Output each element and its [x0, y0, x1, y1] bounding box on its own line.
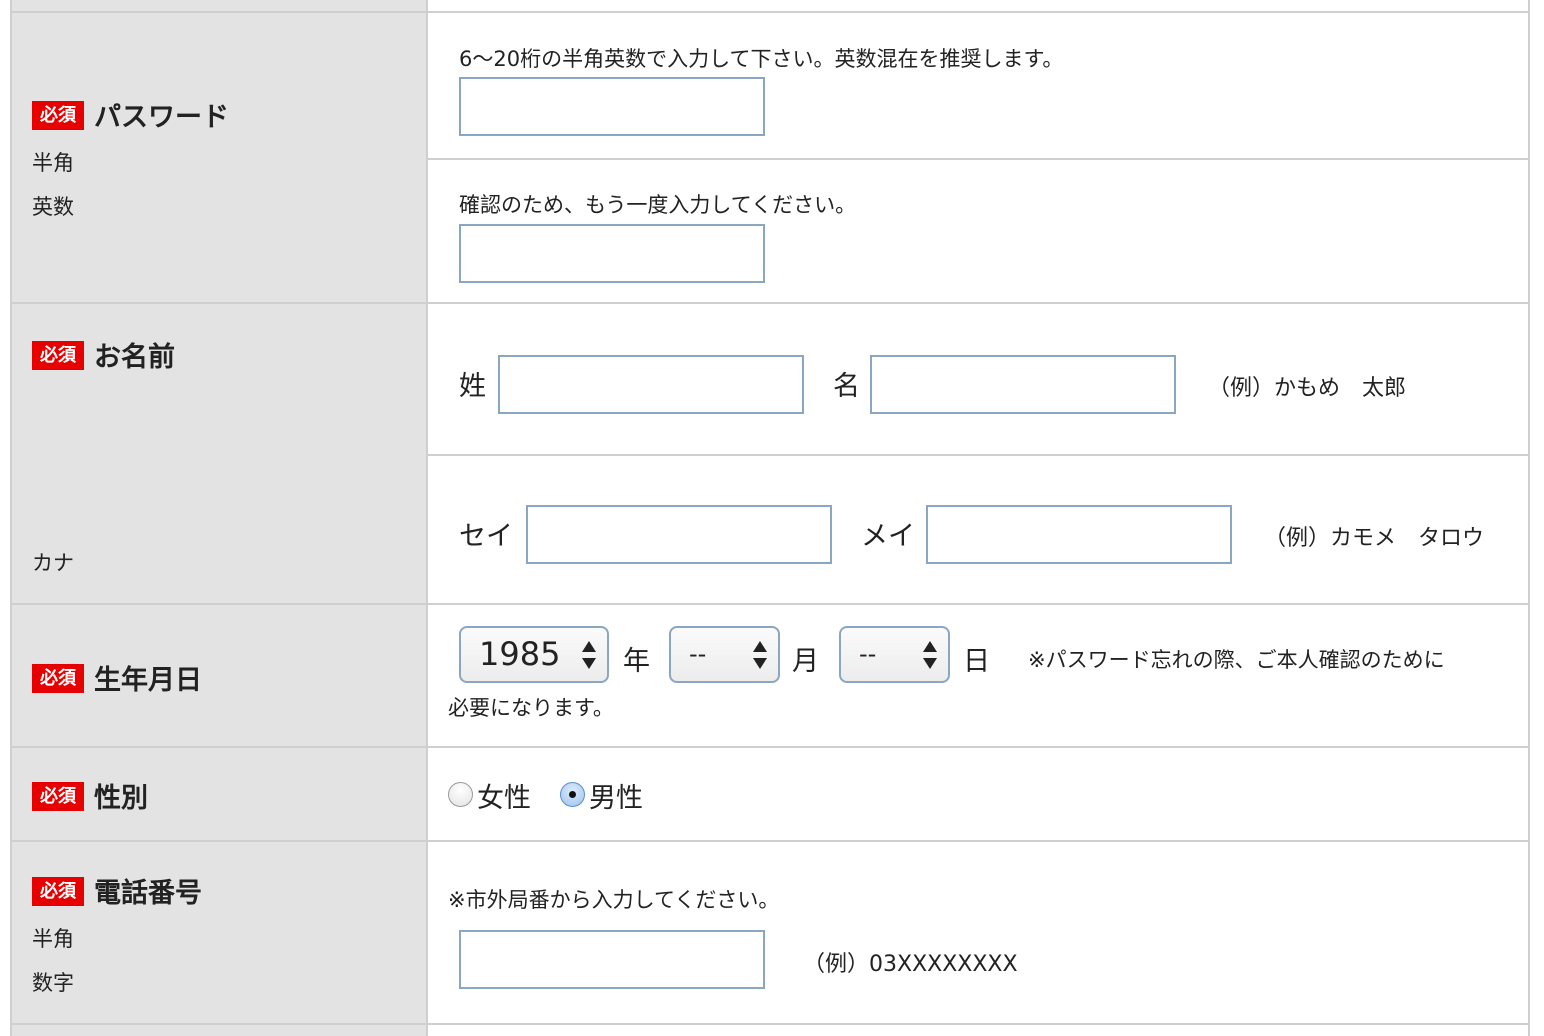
- password-confirm-input[interactable]: [459, 224, 765, 283]
- name-example: （例）かもめ 太郎: [1208, 376, 1407, 401]
- day-unit: 日: [963, 646, 990, 677]
- required-badge: 必須: [32, 101, 84, 130]
- gender-value-cell: 女性 男性: [428, 748, 1528, 842]
- birth-day-select[interactable]: --: [839, 626, 950, 683]
- birthday-title: 生年月日: [94, 665, 202, 696]
- phone-example: （例）03XXXXXXXX: [803, 952, 1018, 977]
- first-name-input[interactable]: [870, 355, 1176, 414]
- password-sub-alnum: 英数: [32, 195, 74, 219]
- name-divider: [428, 454, 1528, 456]
- phone-sub-halfwidth: 半角: [32, 927, 74, 951]
- birth-day-value: --: [859, 640, 877, 668]
- birth-year-value: 1985: [479, 635, 561, 673]
- birth-year-select[interactable]: 1985: [459, 626, 609, 683]
- required-badge: 必須: [32, 664, 84, 693]
- next-row-label-cell: [12, 1025, 428, 1036]
- required-badge: 必須: [32, 341, 84, 370]
- birthday-label-cell: 必須 生年月日: [12, 605, 428, 748]
- month-unit: 月: [792, 646, 819, 677]
- last-name-kana-label: セイ: [459, 521, 513, 552]
- last-name-kana-input[interactable]: [526, 505, 832, 564]
- birthday-note-line1: ※パスワード忘れの際、ご本人確認のために: [1028, 648, 1445, 672]
- password-confirm-hint: 確認のため、もう一度入力してください。: [459, 193, 857, 217]
- password-label-cell: 必須 パスワード 半角 英数: [12, 13, 428, 304]
- registration-form: 必須 パスワード 半角 英数 6〜20桁の半角英数で入力して下さい。英数混在を推…: [10, 0, 1530, 1036]
- required-badge: 必須: [32, 877, 84, 906]
- name-kana-label: カナ: [32, 551, 74, 575]
- phone-input[interactable]: [459, 930, 765, 989]
- name-title: お名前: [94, 342, 175, 373]
- phone-title: 電話番号: [94, 878, 202, 909]
- name-row: 必須 お名前 カナ 姓 名 （例）かもめ 太郎 セイ メイ （例）カモメ タロウ: [12, 302, 1528, 604]
- female-label[interactable]: 女性: [477, 776, 531, 815]
- phone-value-cell: ※市外局番から入力してください。 （例）03XXXXXXXX: [428, 842, 1528, 1025]
- phone-label-cell: 必須 電話番号 半角 数字: [12, 842, 428, 1025]
- name-kana-example: （例）カモメ タロウ: [1264, 526, 1485, 551]
- last-name-label: 姓: [459, 371, 486, 402]
- first-name-kana-label: メイ: [861, 521, 915, 552]
- birthday-value-cell: 1985 年 -- 月 -- 日 ※パスワード忘れの際、ご本人確認のために 必要…: [428, 605, 1528, 748]
- password-row: 必須 パスワード 半角 英数 6〜20桁の半角英数で入力して下さい。英数混在を推…: [12, 11, 1528, 304]
- birthday-note-line2: 必要になります。: [448, 696, 614, 720]
- last-name-input[interactable]: [498, 355, 804, 414]
- select-arrows-icon: [753, 641, 767, 669]
- radio-selected-dot-icon: [569, 791, 576, 798]
- select-arrows-icon: [923, 641, 937, 669]
- phone-row: 必須 電話番号 半角 数字 ※市外局番から入力してください。 （例）03XXXX…: [12, 840, 1528, 1025]
- gender-label-cell: 必須 性別: [12, 748, 428, 842]
- gender-title: 性別: [94, 783, 148, 814]
- password-sub-halfwidth: 半角: [32, 151, 74, 175]
- select-arrows-icon: [582, 641, 596, 669]
- first-name-label: 名: [833, 371, 860, 402]
- female-radio[interactable]: [448, 782, 473, 807]
- required-badge: 必須: [32, 782, 84, 811]
- year-unit: 年: [623, 646, 650, 677]
- birth-month-value: --: [689, 640, 707, 668]
- password-title: パスワード: [94, 102, 229, 133]
- male-radio[interactable]: [560, 782, 585, 807]
- gender-row: 必須 性別 女性 男性: [12, 746, 1528, 842]
- birth-month-select[interactable]: --: [669, 626, 780, 683]
- phone-sub-numeric: 数字: [32, 971, 74, 995]
- next-row-value-cell: [428, 1025, 1528, 1036]
- password-hint: 6〜20桁の半角英数で入力して下さい。英数混在を推奨します。: [459, 47, 1064, 71]
- birthday-row: 必須 生年月日 1985 年 -- 月 -- 日 ※パスワード忘れの際、ご本人確…: [12, 603, 1528, 748]
- password-input[interactable]: [459, 77, 765, 136]
- next-row: [12, 1023, 1528, 1036]
- password-divider: [428, 158, 1528, 160]
- male-label[interactable]: 男性: [589, 776, 643, 815]
- name-label-cell: 必須 お名前 カナ: [12, 304, 428, 604]
- first-name-kana-input[interactable]: [926, 505, 1232, 564]
- phone-hint: ※市外局番から入力してください。: [448, 888, 780, 912]
